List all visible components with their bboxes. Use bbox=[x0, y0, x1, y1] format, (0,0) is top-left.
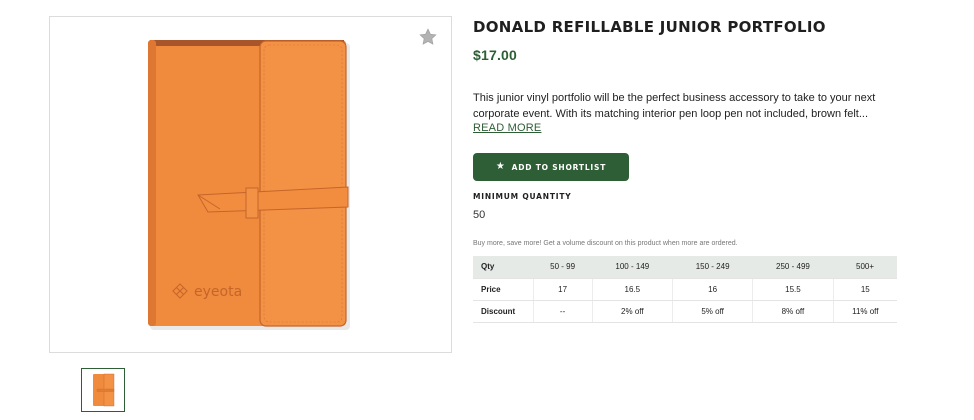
table-header-cell: 50 - 99 bbox=[533, 256, 593, 279]
minimum-quantity-value: 50 bbox=[473, 209, 486, 221]
table-cell: 11% off bbox=[832, 300, 897, 323]
product-logo-text: eyeota bbox=[194, 284, 242, 300]
table-cell: 8% off bbox=[752, 300, 834, 323]
minimum-quantity-label: MINIMUM QUANTITY bbox=[473, 192, 572, 201]
table-header-cell: 150 - 249 bbox=[672, 256, 753, 279]
add-to-shortlist-button[interactable]: ★ ADD TO SHORTLIST bbox=[473, 153, 629, 181]
table-cell: -- bbox=[532, 300, 593, 323]
discount-row: Discount -- 2% off 5% off 8% off 11% off bbox=[473, 300, 897, 323]
product-image: eyeota bbox=[148, 40, 350, 330]
product-image-frame: eyeota bbox=[49, 16, 452, 353]
table-cell: 17 bbox=[532, 278, 593, 301]
product-description: This junior vinyl portfolio will be the … bbox=[473, 92, 876, 120]
table-cell: 16.5 bbox=[591, 278, 673, 301]
product-thumbnail[interactable] bbox=[81, 368, 125, 412]
table-cell: 15 bbox=[832, 278, 897, 301]
table-header-cell: 100 - 149 bbox=[592, 256, 673, 279]
table-header-cell: 250 - 499 bbox=[752, 256, 834, 279]
add-to-shortlist-label: ADD TO SHORTLIST bbox=[511, 162, 607, 172]
table-cell: 15.5 bbox=[752, 278, 834, 301]
favorite-star-icon[interactable] bbox=[418, 27, 438, 47]
table-cell: Discount bbox=[473, 300, 533, 323]
table-cell: 16 bbox=[671, 278, 753, 301]
table-cell: 5% off bbox=[671, 300, 753, 323]
price-row: Price 17 16.5 16 15.5 15 bbox=[473, 278, 897, 301]
product-price: $17.00 bbox=[473, 47, 518, 63]
table-header-cell: Qty bbox=[473, 256, 533, 279]
pricing-table: Qty 50 - 99 100 - 149 150 - 249 250 - 49… bbox=[473, 256, 897, 323]
pricing-header-row: Qty 50 - 99 100 - 149 150 - 249 250 - 49… bbox=[473, 256, 897, 279]
table-header-cell: 500+ bbox=[833, 256, 897, 279]
thumbnail-image bbox=[93, 373, 115, 407]
read-more-link[interactable]: READ MORE bbox=[473, 122, 541, 134]
product-title: DONALD REFILLABLE JUNIOR PORTFOLIO bbox=[473, 18, 826, 36]
volume-discount-note: Buy more, save more! Get a volume discou… bbox=[473, 240, 738, 247]
table-cell: 2% off bbox=[591, 300, 673, 323]
table-cell: Price bbox=[473, 278, 533, 301]
star-icon: ★ bbox=[495, 161, 506, 172]
